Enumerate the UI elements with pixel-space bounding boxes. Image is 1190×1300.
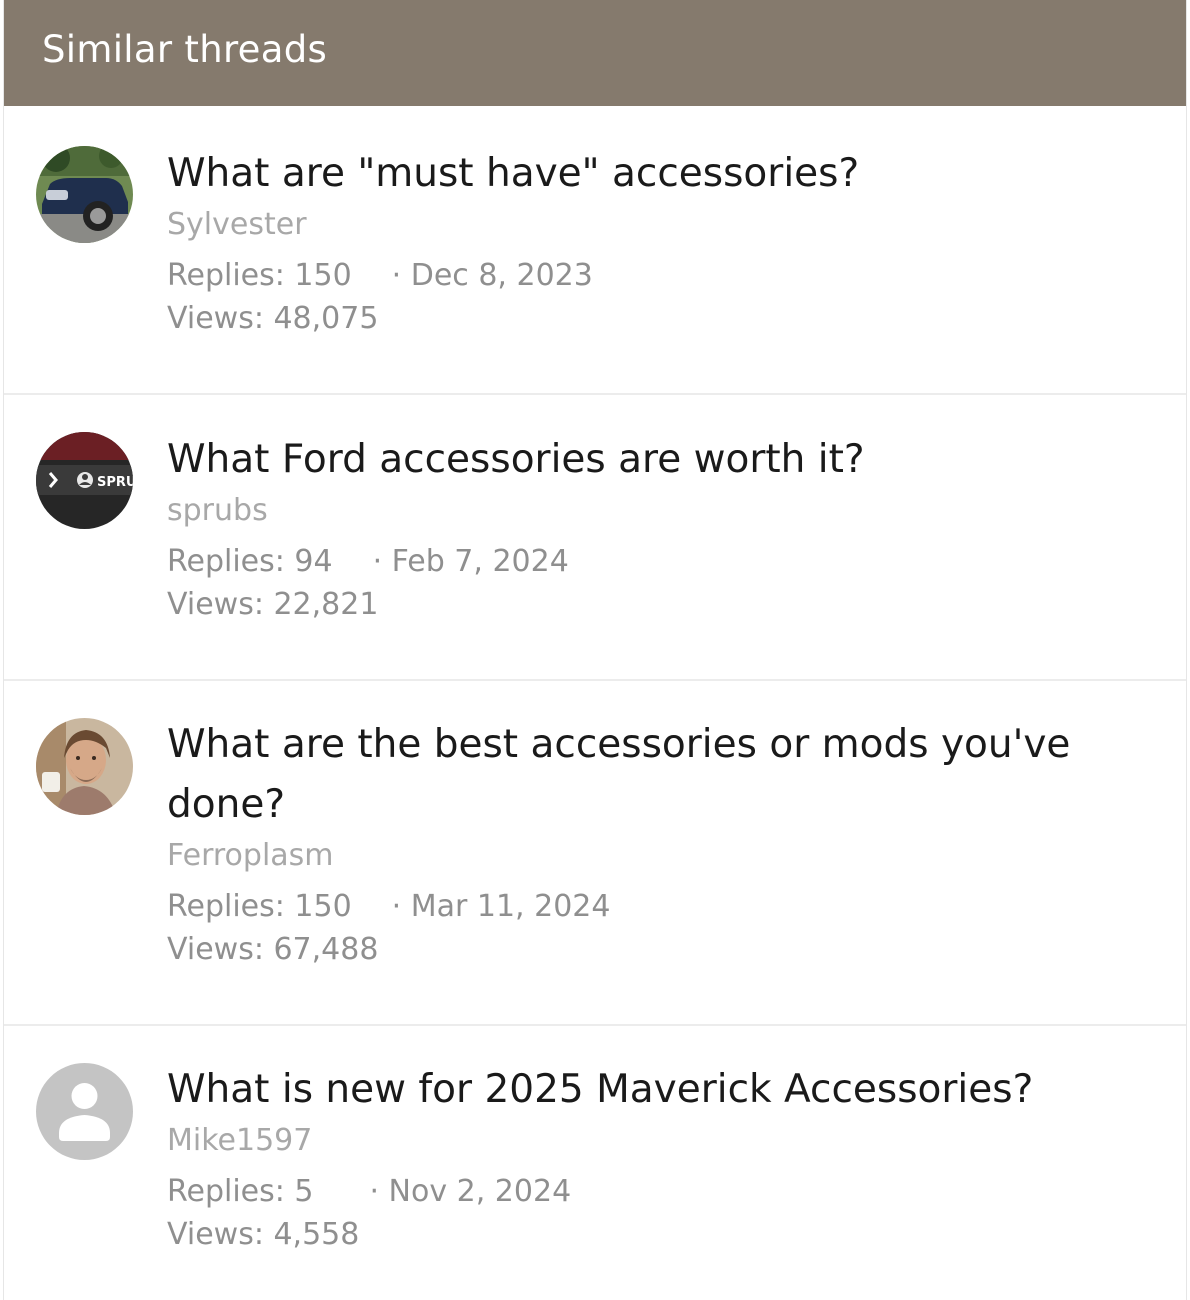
reply-count: Replies: 150 bbox=[167, 258, 352, 293]
thread-title[interactable]: What are the best accessories or mods yo… bbox=[167, 715, 1127, 835]
avatar[interactable] bbox=[36, 146, 133, 243]
view-count: Views: 4,558 bbox=[167, 1217, 360, 1252]
thread-date: · Nov 2, 2024 bbox=[369, 1174, 572, 1209]
view-count: Views: 22,821 bbox=[167, 587, 379, 622]
thread-title[interactable]: What is new for 2025 Maverick Accessorie… bbox=[167, 1060, 1127, 1120]
thread-date: · Dec 8, 2023 bbox=[391, 258, 593, 293]
similar-threads-panel: Similar threads What are "must have" acc… bbox=[3, 0, 1187, 1300]
avatar[interactable] bbox=[36, 718, 133, 815]
person-photo-icon bbox=[36, 718, 133, 815]
reply-count: Replies: 94 bbox=[167, 544, 333, 579]
thread-author[interactable]: Ferroplasm bbox=[167, 838, 334, 873]
avatar-text: SPRU bbox=[97, 475, 133, 490]
thread-item[interactable]: SPRU What Ford accessories are worth it?… bbox=[4, 395, 1186, 681]
thread-item[interactable]: What are the best accessories or mods yo… bbox=[4, 681, 1186, 1026]
thread-date: · Feb 7, 2024 bbox=[372, 544, 569, 579]
thread-author[interactable]: sprubs bbox=[167, 493, 268, 528]
view-count: Views: 67,488 bbox=[167, 932, 379, 967]
thread-stats-row: Replies: 150 · Dec 8, 2023 bbox=[167, 258, 593, 293]
thread-stats-row: Replies: 150 · Mar 11, 2024 bbox=[167, 889, 610, 924]
thread-title[interactable]: What are "must have" accessories? bbox=[167, 144, 1127, 204]
thread-title[interactable]: What Ford accessories are worth it? bbox=[167, 430, 1127, 490]
reply-count: Replies: 5 bbox=[167, 1174, 314, 1209]
thread-author[interactable]: Sylvester bbox=[167, 207, 307, 242]
car-photo-icon bbox=[36, 146, 133, 243]
thread-stats-row: Replies: 94 · Feb 7, 2024 bbox=[167, 544, 569, 579]
panel-title: Similar threads bbox=[42, 28, 328, 71]
panel-header: Similar threads bbox=[4, 0, 1186, 106]
thread-item[interactable]: What is new for 2025 Maverick Accessorie… bbox=[4, 1026, 1186, 1300]
reply-count: Replies: 150 bbox=[167, 889, 352, 924]
avatar[interactable] bbox=[36, 1063, 133, 1160]
thread-date: · Mar 11, 2024 bbox=[391, 889, 611, 924]
thread-item[interactable]: What are "must have" accessories? Sylves… bbox=[4, 106, 1186, 395]
view-count: Views: 48,075 bbox=[167, 301, 379, 336]
default-user-icon bbox=[36, 1063, 133, 1160]
sprubs-logo-icon: SPRU bbox=[36, 432, 133, 529]
thread-author[interactable]: Mike1597 bbox=[167, 1123, 312, 1158]
avatar[interactable]: SPRU bbox=[36, 432, 133, 529]
thread-stats-row: Replies: 5 · Nov 2, 2024 bbox=[167, 1174, 571, 1209]
